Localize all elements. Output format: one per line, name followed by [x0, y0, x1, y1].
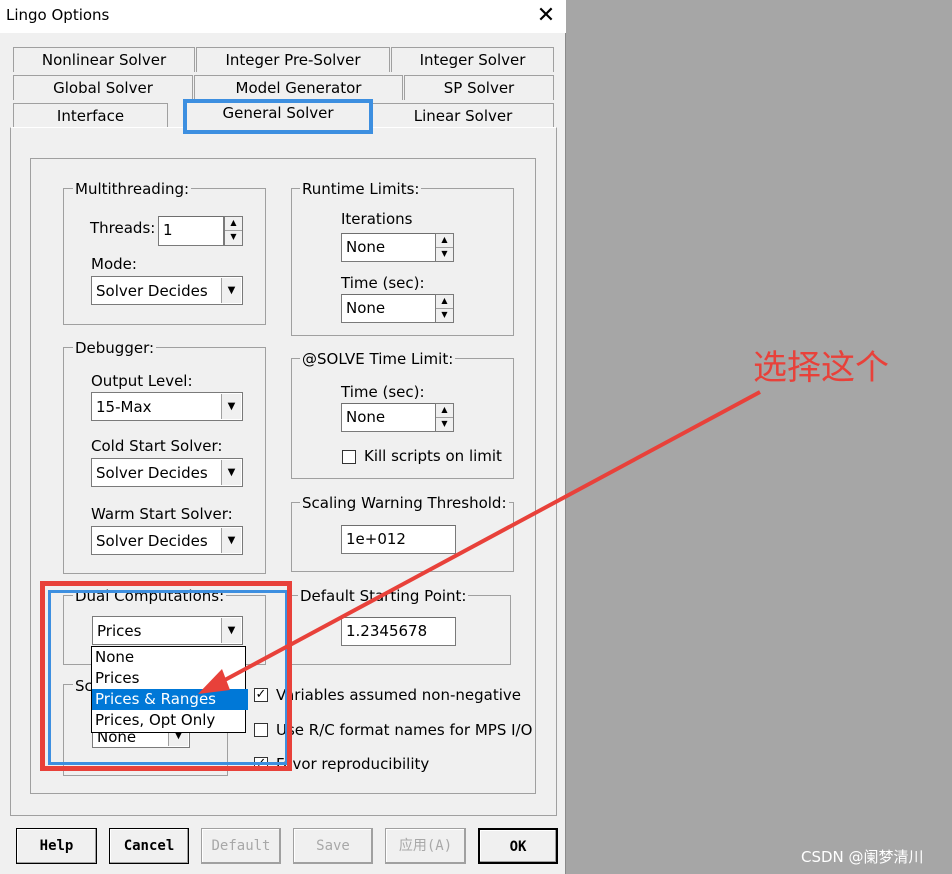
arrow-head: [198, 669, 230, 694]
watermark: CSDN @阑梦清川: [801, 848, 924, 866]
annotation-text: 选择这个: [753, 348, 889, 388]
arrow-line: [209, 390, 761, 690]
annotation-arrow: [198, 390, 761, 694]
